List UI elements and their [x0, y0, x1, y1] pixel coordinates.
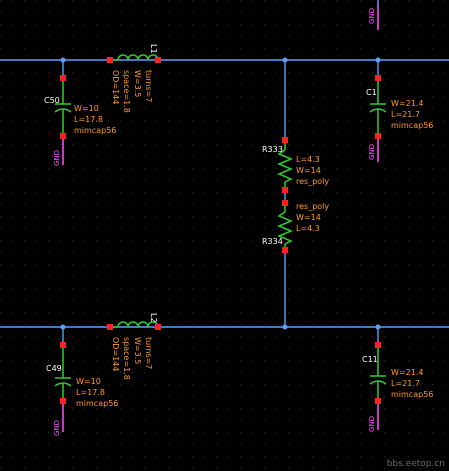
- inductor-l1-od: OD=144: [111, 70, 120, 105]
- resistor-r333-name: R333: [262, 145, 283, 154]
- capacitor-c11-name: C11: [362, 355, 378, 364]
- inductor-l2-od: OD=144: [111, 337, 120, 372]
- pin: [282, 187, 288, 193]
- inductor-l2-width: W=3.5: [133, 337, 142, 365]
- pin: [282, 200, 288, 206]
- resistor-r333-model: res_poly: [296, 177, 330, 186]
- capacitor-c49-width: W=10: [76, 377, 101, 386]
- pin: [375, 133, 381, 139]
- inductor-l1-turns: turns=7: [144, 70, 153, 103]
- gnd-label-c49: GND: [53, 419, 61, 436]
- schematic-drawing: [0, 0, 449, 471]
- capacitor-c1-length: L=21.7: [391, 110, 420, 119]
- pin: [282, 137, 288, 143]
- gnd-label-c11: GND: [368, 415, 376, 432]
- capacitor-c50-width: W=10: [74, 104, 99, 113]
- junction-dot: [282, 324, 288, 330]
- inductor-l1-width: W=3.5: [133, 70, 142, 98]
- inductor-l1-space: space=1.8: [122, 70, 131, 113]
- junction-dot: [375, 57, 381, 63]
- pin: [107, 324, 113, 330]
- junction-dot: [60, 57, 66, 63]
- capacitor-c50-length: L=17.8: [74, 115, 103, 124]
- pin: [375, 75, 381, 81]
- resistor-r334-name: R334: [262, 237, 283, 246]
- capacitor-c50-name: C50: [44, 96, 60, 105]
- capacitor-c49-model: mimcap56: [76, 399, 119, 408]
- inductor-l2-turns: turns=7: [144, 337, 153, 370]
- resistor-r334-width: W=14: [296, 213, 321, 222]
- capacitor-c49-length: L=17.8: [76, 388, 105, 397]
- capacitor-c50-model: mimcap56: [74, 126, 117, 135]
- junction-dot: [375, 324, 381, 330]
- pin: [60, 75, 66, 81]
- inductor-l1-name: L1: [149, 44, 158, 54]
- pin: [155, 57, 161, 63]
- inductor-l2-name: L2: [149, 313, 158, 323]
- capacitor-c1-model: mimcap56: [391, 121, 434, 130]
- inductor-l2-space: space=1.8: [122, 337, 131, 380]
- grid-background: [0, 0, 449, 471]
- resistor-r334-length: L=4.3: [296, 224, 320, 233]
- capacitor-c11-model: mimcap56: [391, 390, 434, 399]
- pin: [60, 133, 66, 139]
- resistor-r333-width: W=14: [296, 166, 321, 175]
- pin: [60, 342, 66, 348]
- capacitor-c1-width: W=21.4: [391, 99, 424, 108]
- resistor-r334-model: res_poly: [296, 202, 330, 211]
- pin: [155, 324, 161, 330]
- capacitor-c11-width: W=21.4: [391, 368, 424, 377]
- gnd-label-top: GND: [368, 7, 376, 24]
- pin: [282, 247, 288, 253]
- junction-dot: [282, 57, 288, 63]
- pin: [107, 57, 113, 63]
- capacitor-c11-length: L=21.7: [391, 379, 420, 388]
- pin: [375, 398, 381, 404]
- schematic-canvas[interactable]: GND GND GND GND GND L1 OD=144 space=1.8 …: [0, 0, 449, 471]
- resistor-r333-length: L=4.3: [296, 155, 320, 164]
- junction-dot: [60, 324, 66, 330]
- capacitor-c1-name: C1: [366, 88, 377, 97]
- watermark: bbs.eetop.cn: [386, 459, 445, 469]
- gnd-label-c1: GND: [368, 143, 376, 160]
- pin: [375, 342, 381, 348]
- capacitor-c49-name: C49: [46, 364, 62, 373]
- gnd-label-c50: GND: [53, 149, 61, 166]
- pin: [60, 398, 66, 404]
